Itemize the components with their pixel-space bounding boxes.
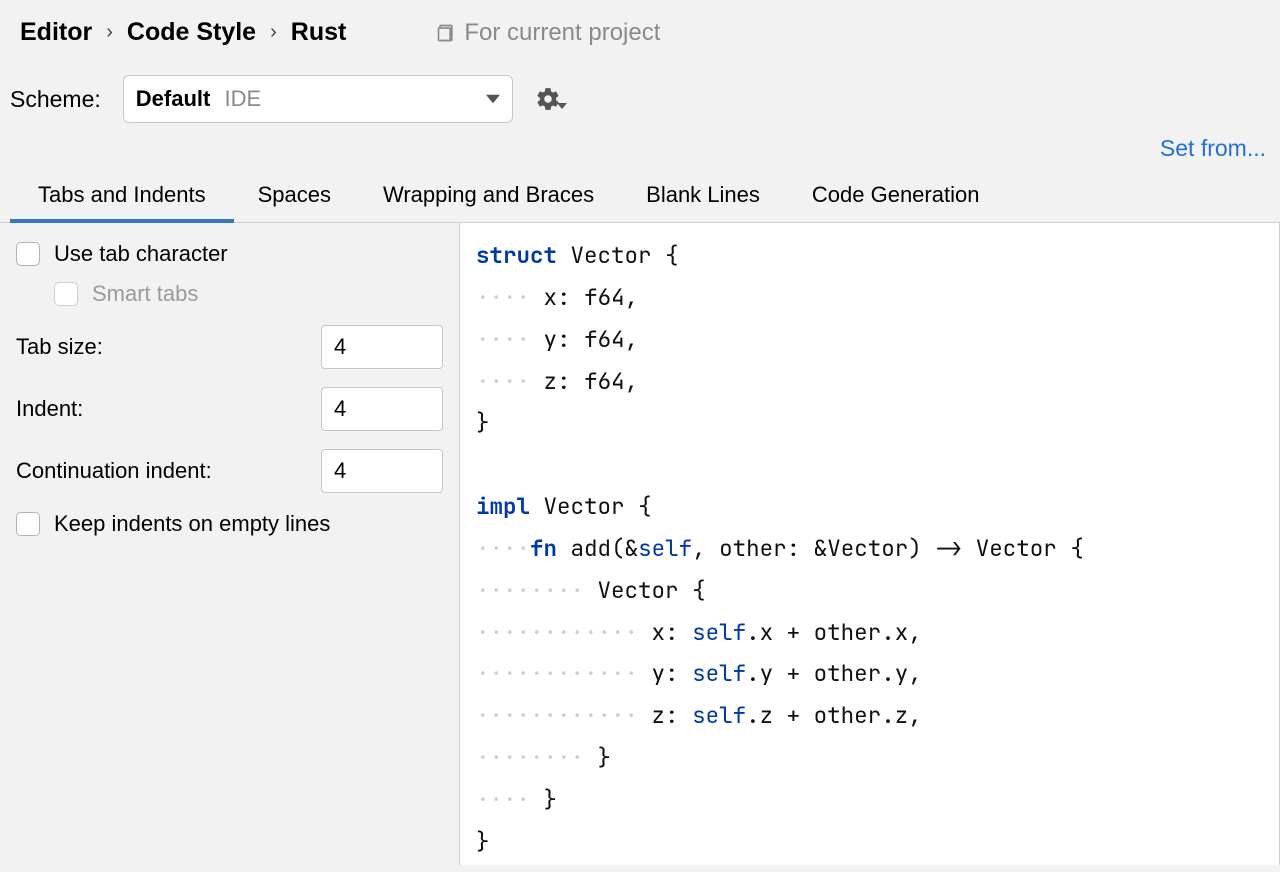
keep-indents-empty-lines-checkbox[interactable]: Keep indents on empty lines bbox=[16, 511, 443, 537]
continuation-indent-input[interactable] bbox=[321, 449, 443, 493]
options-panel: Use tab character Smart tabs Tab size: I… bbox=[0, 223, 460, 865]
set-from-link[interactable]: Set from... bbox=[1160, 135, 1266, 162]
tab-tabs-and-indents[interactable]: Tabs and Indents bbox=[38, 170, 206, 222]
project-icon bbox=[436, 23, 456, 43]
breadcrumb-item-rust[interactable]: Rust bbox=[291, 18, 347, 47]
continuation-indent-label: Continuation indent: bbox=[16, 458, 212, 484]
use-tab-character-label: Use tab character bbox=[54, 241, 228, 267]
checkbox-icon bbox=[16, 512, 40, 536]
tab-bar: Tabs and Indents Spaces Wrapping and Bra… bbox=[0, 170, 1280, 223]
chevron-right-icon: › bbox=[270, 21, 277, 44]
chevron-right-icon: › bbox=[106, 21, 113, 44]
tab-spaces[interactable]: Spaces bbox=[258, 170, 331, 222]
indent-label: Indent: bbox=[16, 396, 83, 422]
checkbox-icon bbox=[16, 242, 40, 266]
scheme-label: Scheme: bbox=[10, 86, 101, 113]
chevron-down-icon bbox=[486, 86, 500, 112]
tab-size-input[interactable] bbox=[321, 325, 443, 369]
scheme-settings-button[interactable] bbox=[535, 86, 567, 112]
tab-code-generation[interactable]: Code Generation bbox=[812, 170, 980, 222]
scheme-scope: IDE bbox=[224, 86, 261, 111]
chevron-down-icon bbox=[557, 101, 567, 111]
indent-input[interactable] bbox=[321, 387, 443, 431]
tab-wrapping-and-braces[interactable]: Wrapping and Braces bbox=[383, 170, 594, 222]
smart-tabs-label: Smart tabs bbox=[92, 281, 198, 307]
tab-size-label: Tab size: bbox=[16, 334, 103, 360]
keep-indents-empty-lines-label: Keep indents on empty lines bbox=[54, 511, 330, 537]
checkbox-icon bbox=[54, 282, 78, 306]
tab-blank-lines[interactable]: Blank Lines bbox=[646, 170, 760, 222]
scheme-dropdown[interactable]: Default IDE bbox=[123, 75, 513, 123]
breadcrumb-item-code-style[interactable]: Code Style bbox=[127, 18, 256, 47]
for-current-project-indicator: For current project bbox=[436, 19, 660, 47]
smart-tabs-checkbox: Smart tabs bbox=[54, 281, 443, 307]
code-preview: struct Vector { ···· x: f64, ···· y: f64… bbox=[460, 223, 1280, 865]
breadcrumb: Editor › Code Style › Rust bbox=[20, 18, 346, 47]
scheme-name: Default bbox=[136, 86, 211, 111]
breadcrumb-item-editor[interactable]: Editor bbox=[20, 18, 92, 47]
for-current-project-label: For current project bbox=[464, 19, 660, 47]
use-tab-character-checkbox[interactable]: Use tab character bbox=[16, 241, 443, 267]
